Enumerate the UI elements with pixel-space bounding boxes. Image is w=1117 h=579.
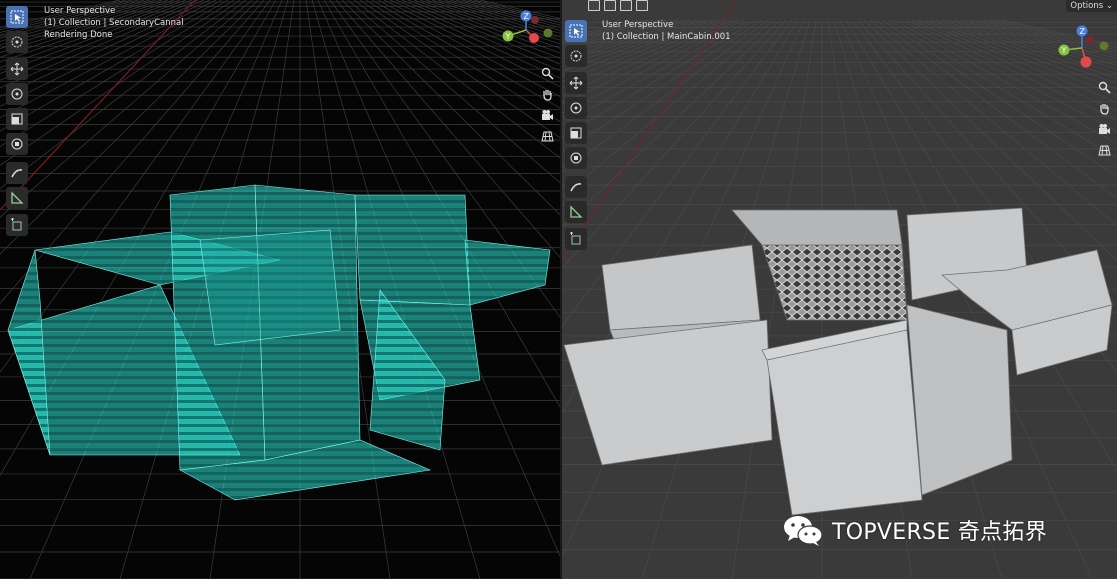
- select-box-icon[interactable]: [565, 20, 587, 42]
- scale-icon[interactable]: [6, 108, 28, 130]
- concrete-structure: [563, 207, 1113, 516]
- view-name: User Perspective: [602, 20, 674, 30]
- gizmo-z-label: Z: [1080, 27, 1086, 36]
- annotate-icon[interactable]: [565, 176, 587, 198]
- pan-hand-icon[interactable]: [1095, 99, 1113, 117]
- pan-hand-icon[interactable]: [538, 85, 556, 103]
- left-viewport-scene: [0, 0, 560, 579]
- gizmo-x-axis[interactable]: [529, 33, 539, 43]
- zoom-icon[interactable]: [1095, 78, 1113, 96]
- transform-icon[interactable]: [6, 133, 28, 155]
- scale-icon[interactable]: [565, 122, 587, 144]
- rotate-icon[interactable]: [6, 83, 28, 105]
- header-mode-icons: [588, 0, 648, 11]
- add-cube-icon[interactable]: [6, 214, 28, 236]
- gizmo-y-label: Y: [505, 32, 511, 41]
- collection-label: (1) Collection | MainCabin.001: [602, 32, 731, 42]
- move-icon[interactable]: [565, 72, 587, 94]
- view-name: User Perspective: [44, 6, 116, 16]
- transform-icon[interactable]: [565, 147, 587, 169]
- select-mode-icon[interactable]: [588, 0, 600, 11]
- options-dropdown[interactable]: Options ⌄: [1066, 0, 1117, 12]
- gizmo-y-label: Y: [1061, 46, 1067, 55]
- render-status: Rendering Done: [44, 30, 113, 40]
- collection-label: (1) Collection | SecondaryCannal: [44, 18, 184, 28]
- gizmo-neg-x[interactable]: [531, 16, 539, 24]
- gizmo-x-axis[interactable]: [1080, 56, 1092, 68]
- watermark: TOPVERSE 奇点拓界: [782, 513, 1047, 547]
- measure-icon[interactable]: [6, 187, 28, 209]
- grid-view-icon[interactable]: [1095, 141, 1113, 159]
- left-viewport[interactable]: User Perspective (1) Collection | Second…: [0, 0, 560, 579]
- right-viewport-scene: [562, 0, 1117, 579]
- zoom-icon[interactable]: [538, 64, 556, 82]
- measure-icon[interactable]: [565, 201, 587, 223]
- grid-view-icon[interactable]: [538, 127, 556, 145]
- cursor-icon[interactable]: [6, 31, 28, 53]
- gizmo-z-label: Z: [524, 12, 530, 21]
- subtract-mode-icon[interactable]: [620, 0, 632, 11]
- right-viewport[interactable]: Options ⌄ User Perspective (1) Collectio…: [562, 0, 1117, 579]
- invert-mode-icon[interactable]: [636, 0, 648, 11]
- gizmo-neg-x[interactable]: [1086, 36, 1094, 44]
- cursor-icon[interactable]: [565, 45, 587, 67]
- navigation-gizmo[interactable]: Z Y: [1056, 22, 1114, 70]
- gizmo-neg-y[interactable]: [1099, 41, 1109, 51]
- navigation-gizmo[interactable]: Z Y: [500, 8, 558, 48]
- gizmo-neg-y[interactable]: [543, 28, 553, 38]
- move-icon[interactable]: [6, 58, 28, 80]
- camera-icon[interactable]: [538, 106, 556, 124]
- rotate-icon[interactable]: [565, 97, 587, 119]
- watermark-text: TOPVERSE 奇点拓界: [832, 520, 1048, 545]
- wireframe-object: [7, 184, 551, 501]
- wechat-icon: [784, 516, 823, 546]
- annotate-icon[interactable]: [6, 162, 28, 184]
- add-cube-icon[interactable]: [565, 228, 587, 250]
- camera-icon[interactable]: [1095, 120, 1113, 138]
- select-box-icon[interactable]: [6, 6, 28, 28]
- extend-mode-icon[interactable]: [604, 0, 616, 11]
